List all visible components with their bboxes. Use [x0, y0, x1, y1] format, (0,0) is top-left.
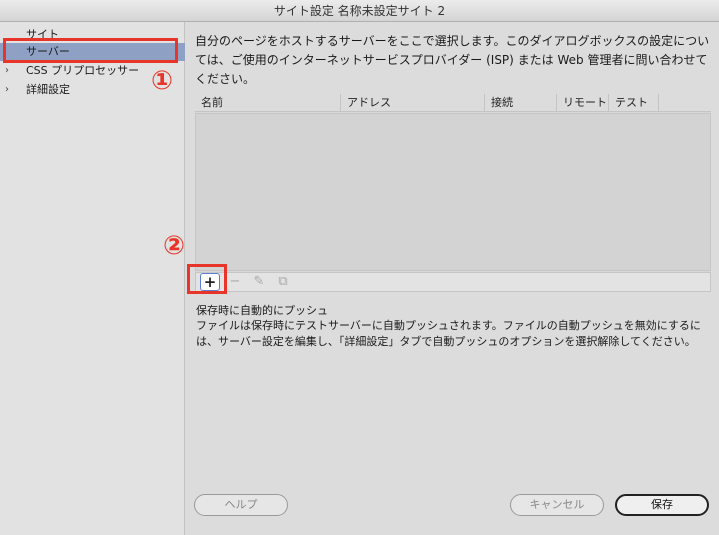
column-header-remote[interactable]: リモート	[557, 94, 609, 112]
help-button[interactable]: ヘルプ	[194, 494, 288, 516]
sidebar-item-label: CSS プリプロセッサー	[26, 64, 140, 77]
edit-server-button[interactable]: ✎	[250, 274, 268, 290]
server-toolbar: + − ✎ ⧉	[195, 272, 711, 292]
column-header-address[interactable]: アドレス	[341, 94, 485, 112]
column-header-test[interactable]: テスト	[609, 94, 659, 112]
table-header: 名前 アドレス 接続 リモート テスト	[195, 94, 711, 112]
remove-server-button[interactable]: −	[226, 274, 244, 290]
duplicate-server-button[interactable]: ⧉	[274, 274, 292, 290]
sidebar-item-label: 詳細設定	[26, 83, 70, 96]
chevron-right-icon: ›	[5, 84, 9, 95]
server-description: 自分のページをホストするサーバーをここで選択します。このダイアログボックスの設定…	[195, 34, 710, 86]
window-title: サイト設定 名称未設定サイト 2	[0, 0, 719, 22]
column-header-name[interactable]: 名前	[195, 94, 341, 112]
server-table: 名前 アドレス 接続 リモート テスト + − ✎ ⧉	[195, 94, 711, 292]
auto-push-title: 保存時に自動的にプッシュ	[196, 304, 328, 317]
annotation-box-server	[3, 38, 178, 63]
cancel-button[interactable]: キャンセル	[510, 494, 604, 516]
annotation-box-add	[187, 264, 227, 294]
auto-push-description: ファイルは保存時にテストサーバーに自動プッシュされます。ファイルの自動プッシュを…	[196, 319, 701, 348]
column-header-connection[interactable]: 接続	[485, 94, 557, 112]
chevron-right-icon: ›	[5, 65, 9, 76]
annotation-number-1: ①	[151, 66, 174, 96]
save-button[interactable]: 保存	[615, 494, 709, 516]
table-body[interactable]	[195, 113, 711, 271]
sidebar: サイト サーバー › CSS プリプロセッサー › 詳細設定	[0, 22, 185, 535]
annotation-number-2: ②	[163, 231, 186, 261]
